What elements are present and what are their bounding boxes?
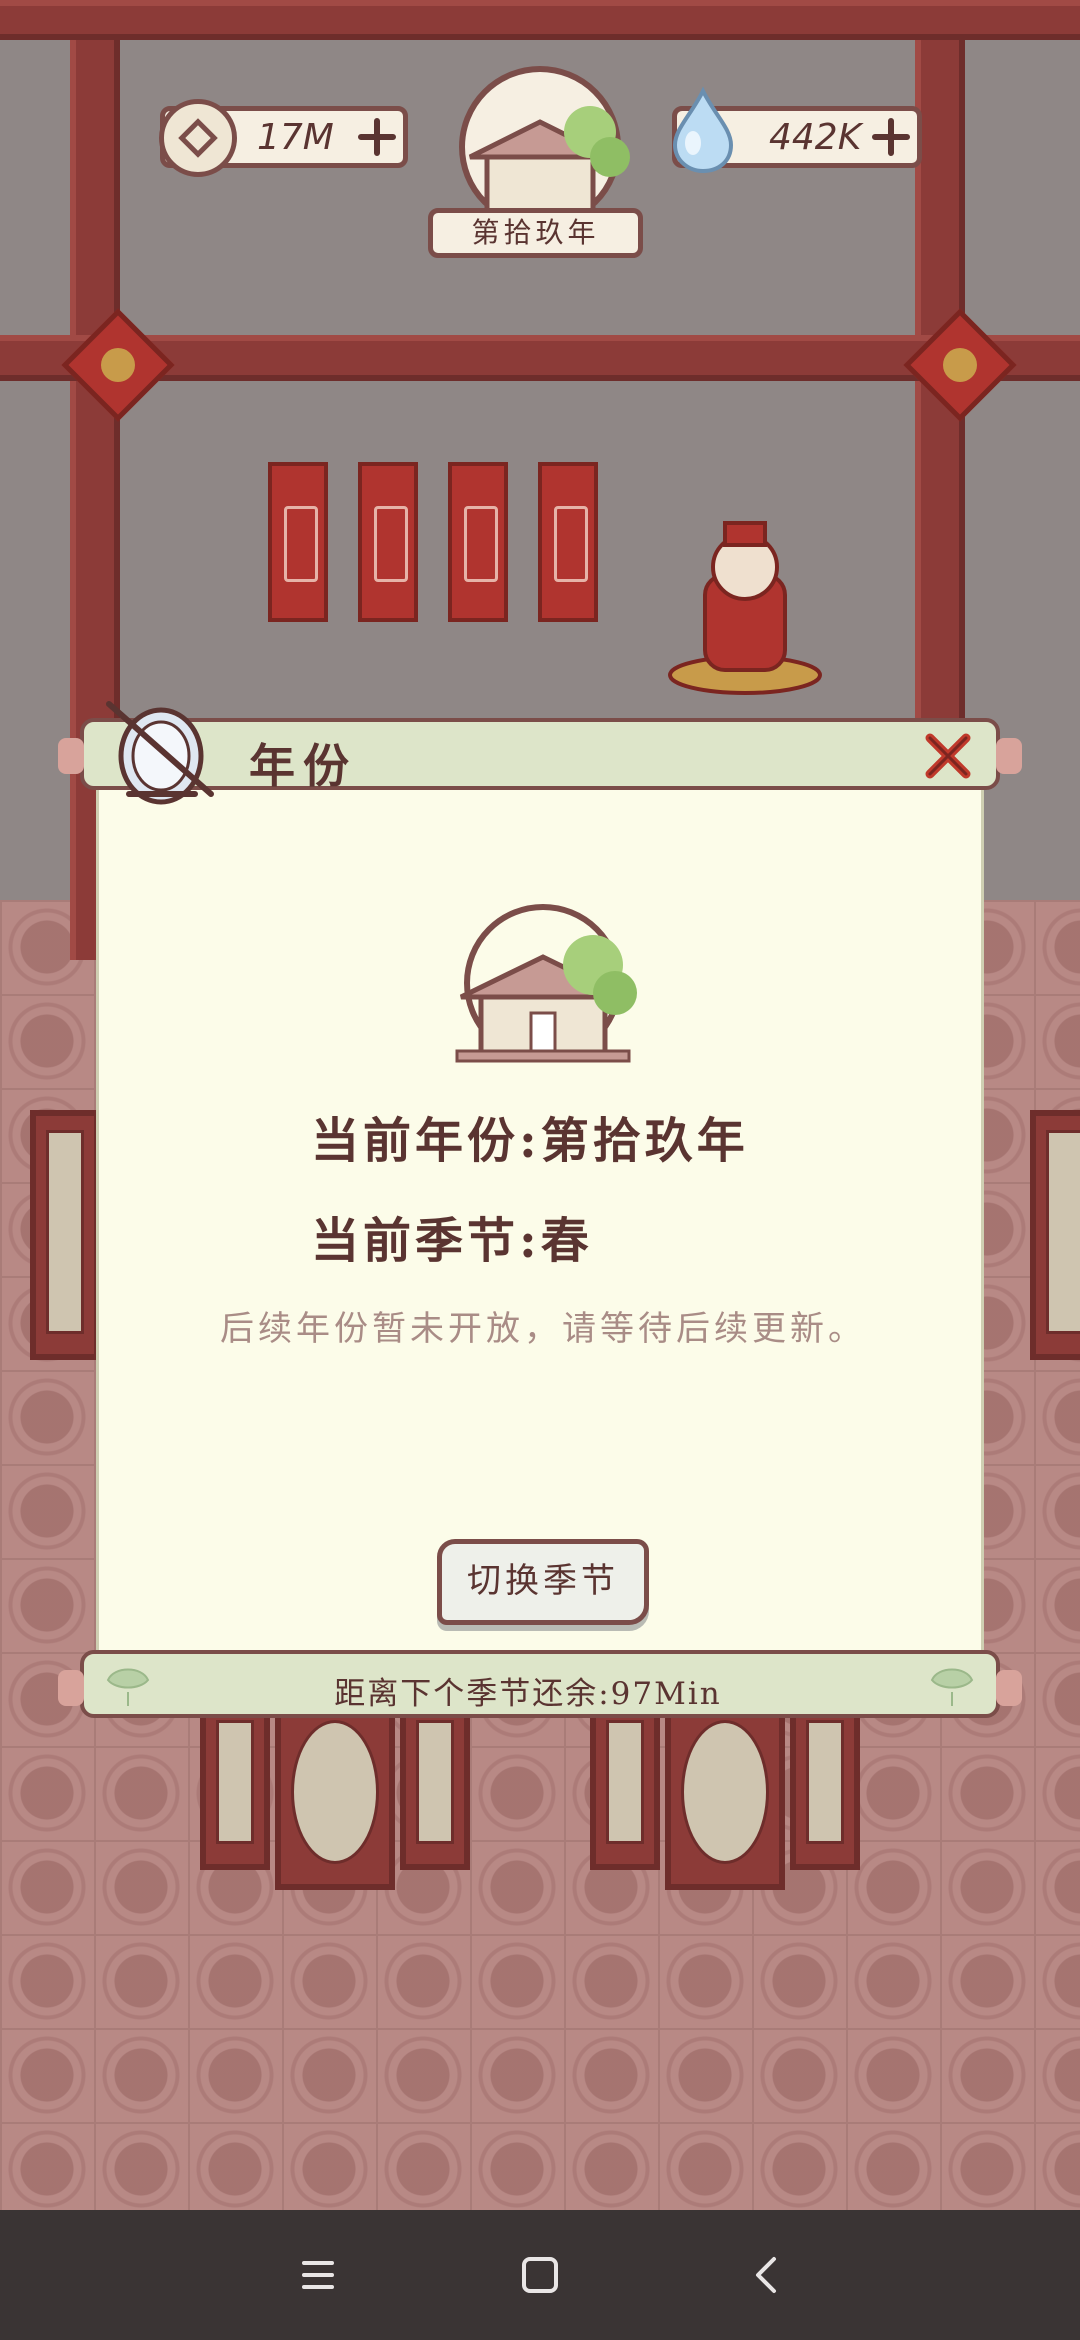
cabinet: [665, 1700, 785, 1890]
chair: [400, 1700, 470, 1870]
cabinet: [1030, 1110, 1080, 1360]
plus-icon[interactable]: [871, 117, 911, 157]
current-year-text: 当前年份:第拾玖年: [311, 1113, 749, 1169]
season-countdown: 距离下个季节还余:97Min: [334, 1676, 722, 1712]
hanging-scroll: [448, 462, 508, 622]
beam-top: [0, 0, 1080, 40]
bar-end-cap: [58, 738, 84, 774]
year-label[interactable]: 第拾玖年: [428, 208, 643, 258]
coin-icon: [159, 99, 237, 177]
dialog-header: 年份: [58, 701, 1022, 805]
water-amount: 442K: [769, 117, 862, 158]
bar-end-cap: [996, 738, 1022, 774]
hanging-scroll: [268, 462, 328, 622]
dialog-body: 当前年份:第拾玖年 当前季节:春 后续年份暂未开放，请等待后续更新。 切换季节: [96, 778, 984, 1658]
switch-season-button[interactable]: 切换季节: [437, 1539, 649, 1625]
dialog-title: 年份: [249, 739, 357, 793]
plus-icon[interactable]: [357, 117, 397, 157]
year-dialog: 当前年份:第拾玖年 当前季节:春 后续年份暂未开放，请等待后续更新。 切换季节 …: [58, 701, 1022, 1718]
coin-amount: 17M: [257, 117, 334, 158]
cabinet: [275, 1700, 395, 1890]
sundial-icon: [106, 701, 214, 805]
dialog-footer: 距离下个季节还余:97Min: [58, 1650, 1022, 1718]
close-icon[interactable]: [920, 728, 976, 784]
home-icon[interactable]: [510, 2245, 570, 2305]
update-note: 后续年份暂未开放，请等待后续更新。: [220, 1309, 866, 1349]
bar-end-cap: [58, 1670, 84, 1706]
chair: [590, 1700, 660, 1870]
bar-end-cap: [996, 1670, 1022, 1706]
back-icon[interactable]: [738, 2245, 798, 2305]
chair: [790, 1700, 860, 1870]
water-drop-icon: [672, 86, 734, 174]
menu-icon[interactable]: [288, 2245, 348, 2305]
wealth-statue: [668, 521, 822, 695]
hanging-scroll: [538, 462, 598, 622]
hanging-scroll: [358, 462, 418, 622]
chair: [200, 1700, 270, 1870]
year-house-icon: [455, 904, 637, 1063]
current-season-text: 当前季节:春: [311, 1213, 593, 1269]
cabinet: [30, 1110, 100, 1360]
coin-counter[interactable]: 17M: [159, 99, 408, 177]
water-counter[interactable]: 442K: [672, 86, 922, 174]
